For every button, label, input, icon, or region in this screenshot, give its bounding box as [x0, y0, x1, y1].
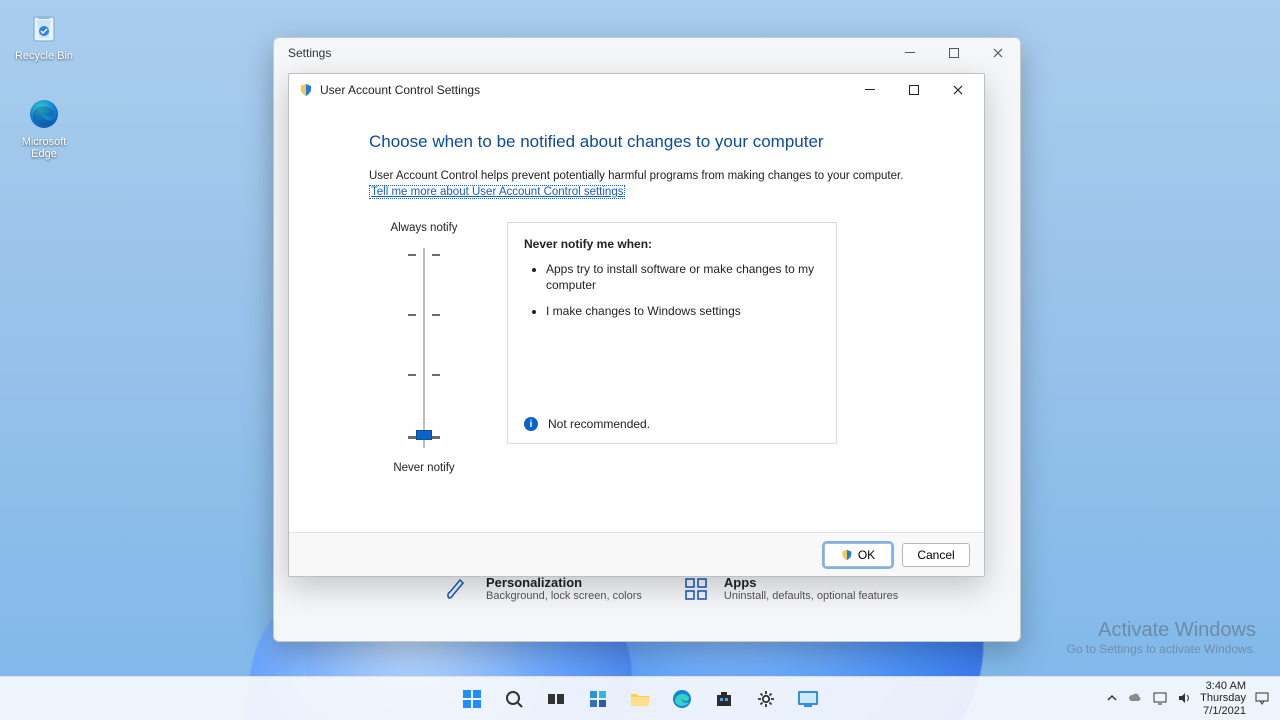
edge-button[interactable] [664, 681, 700, 717]
slider-label-top: Always notify [390, 222, 457, 234]
uac-slider[interactable] [404, 248, 444, 448]
shield-icon [299, 83, 313, 97]
panel-title: Never notify me when: [524, 237, 820, 251]
settings-card-personalization[interactable]: Personalization Background, lock screen,… [444, 575, 642, 603]
minimize-button[interactable] [888, 38, 932, 68]
onedrive-icon[interactable] [1128, 690, 1144, 706]
task-view-button[interactable] [538, 681, 574, 717]
search-button[interactable] [496, 681, 532, 717]
info-icon: i [524, 417, 538, 431]
settings-taskbar-button[interactable] [748, 681, 784, 717]
recommendation-text: Not recommended. [548, 417, 650, 431]
uac-window[interactable]: User Account Control Settings Choose whe… [288, 73, 985, 577]
uac-learn-more-link[interactable]: Tell me more about User Account Control … [369, 185, 625, 199]
close-button[interactable] [936, 75, 980, 105]
widgets-button[interactable] [580, 681, 616, 717]
uac-titlebar[interactable]: User Account Control Settings [289, 74, 984, 106]
volume-icon[interactable] [1176, 690, 1192, 706]
notifications-icon[interactable] [1254, 690, 1270, 706]
taskbar[interactable]: 3:40 AM Thursday 7/1/2021 [0, 676, 1280, 720]
app-button[interactable] [790, 681, 826, 717]
ok-button[interactable]: OK [824, 543, 892, 567]
desktop-icon-label: Microsoft Edge [22, 136, 67, 160]
store-button[interactable] [706, 681, 742, 717]
card-desc: Background, lock screen, colors [486, 590, 642, 602]
taskbar-clock[interactable]: 3:40 AM Thursday 7/1/2021 [1200, 680, 1246, 718]
maximize-button[interactable] [932, 38, 976, 68]
minimize-button[interactable] [848, 75, 892, 105]
activation-watermark: Activate Windows Go to Settings to activ… [1067, 619, 1256, 656]
uac-heading: Choose when to be notified about changes… [369, 132, 960, 152]
card-desc: Uninstall, defaults, optional features [724, 590, 898, 602]
maximize-button[interactable] [892, 75, 936, 105]
uac-footer: OK Cancel [289, 532, 984, 576]
start-button[interactable] [454, 681, 490, 717]
desktop-icon-recycle-bin[interactable]: Recycle Bin [8, 10, 80, 62]
paintbrush-icon [444, 575, 472, 603]
edge-icon [26, 96, 62, 132]
uac-title-text: User Account Control Settings [320, 83, 480, 97]
activation-title: Activate Windows [1067, 619, 1256, 642]
panel-item: Apps try to install software or make cha… [546, 261, 820, 293]
slider-thumb[interactable] [416, 430, 432, 440]
apps-icon [682, 575, 710, 603]
cancel-button[interactable]: Cancel [902, 543, 970, 567]
card-title: Personalization [486, 575, 642, 590]
close-button[interactable] [976, 38, 1020, 68]
panel-item: I make changes to Windows settings [546, 303, 820, 319]
recycle-bin-icon [26, 10, 62, 46]
chevron-up-icon[interactable] [1104, 690, 1120, 706]
system-tray[interactable]: 3:40 AM Thursday 7/1/2021 [1104, 680, 1280, 718]
network-icon[interactable] [1152, 690, 1168, 706]
slider-label-bottom: Never notify [393, 462, 454, 474]
clock-time: 3:40 AM [1200, 680, 1246, 693]
clock-day: Thursday [1200, 692, 1246, 705]
settings-titlebar[interactable]: Settings [274, 38, 1020, 68]
ok-label: OK [858, 548, 875, 562]
shield-icon [841, 549, 853, 561]
desktop-icon-label: Recycle Bin [15, 50, 73, 62]
desktop-icon-edge[interactable]: Microsoft Edge [8, 96, 80, 160]
uac-info-panel: Never notify me when: Apps try to instal… [507, 222, 837, 444]
settings-card-apps[interactable]: Apps Uninstall, defaults, optional featu… [682, 575, 898, 603]
desktop: Recycle Bin Microsoft Edge Settings Pers… [0, 0, 1280, 720]
file-explorer-button[interactable] [622, 681, 658, 717]
clock-date: 7/1/2021 [1200, 705, 1246, 718]
settings-title-text: Settings [288, 46, 331, 60]
cancel-label: Cancel [917, 548, 954, 562]
activation-subtitle: Go to Settings to activate Windows. [1067, 642, 1256, 656]
uac-description: User Account Control helps prevent poten… [369, 170, 960, 182]
card-title: Apps [724, 575, 898, 590]
